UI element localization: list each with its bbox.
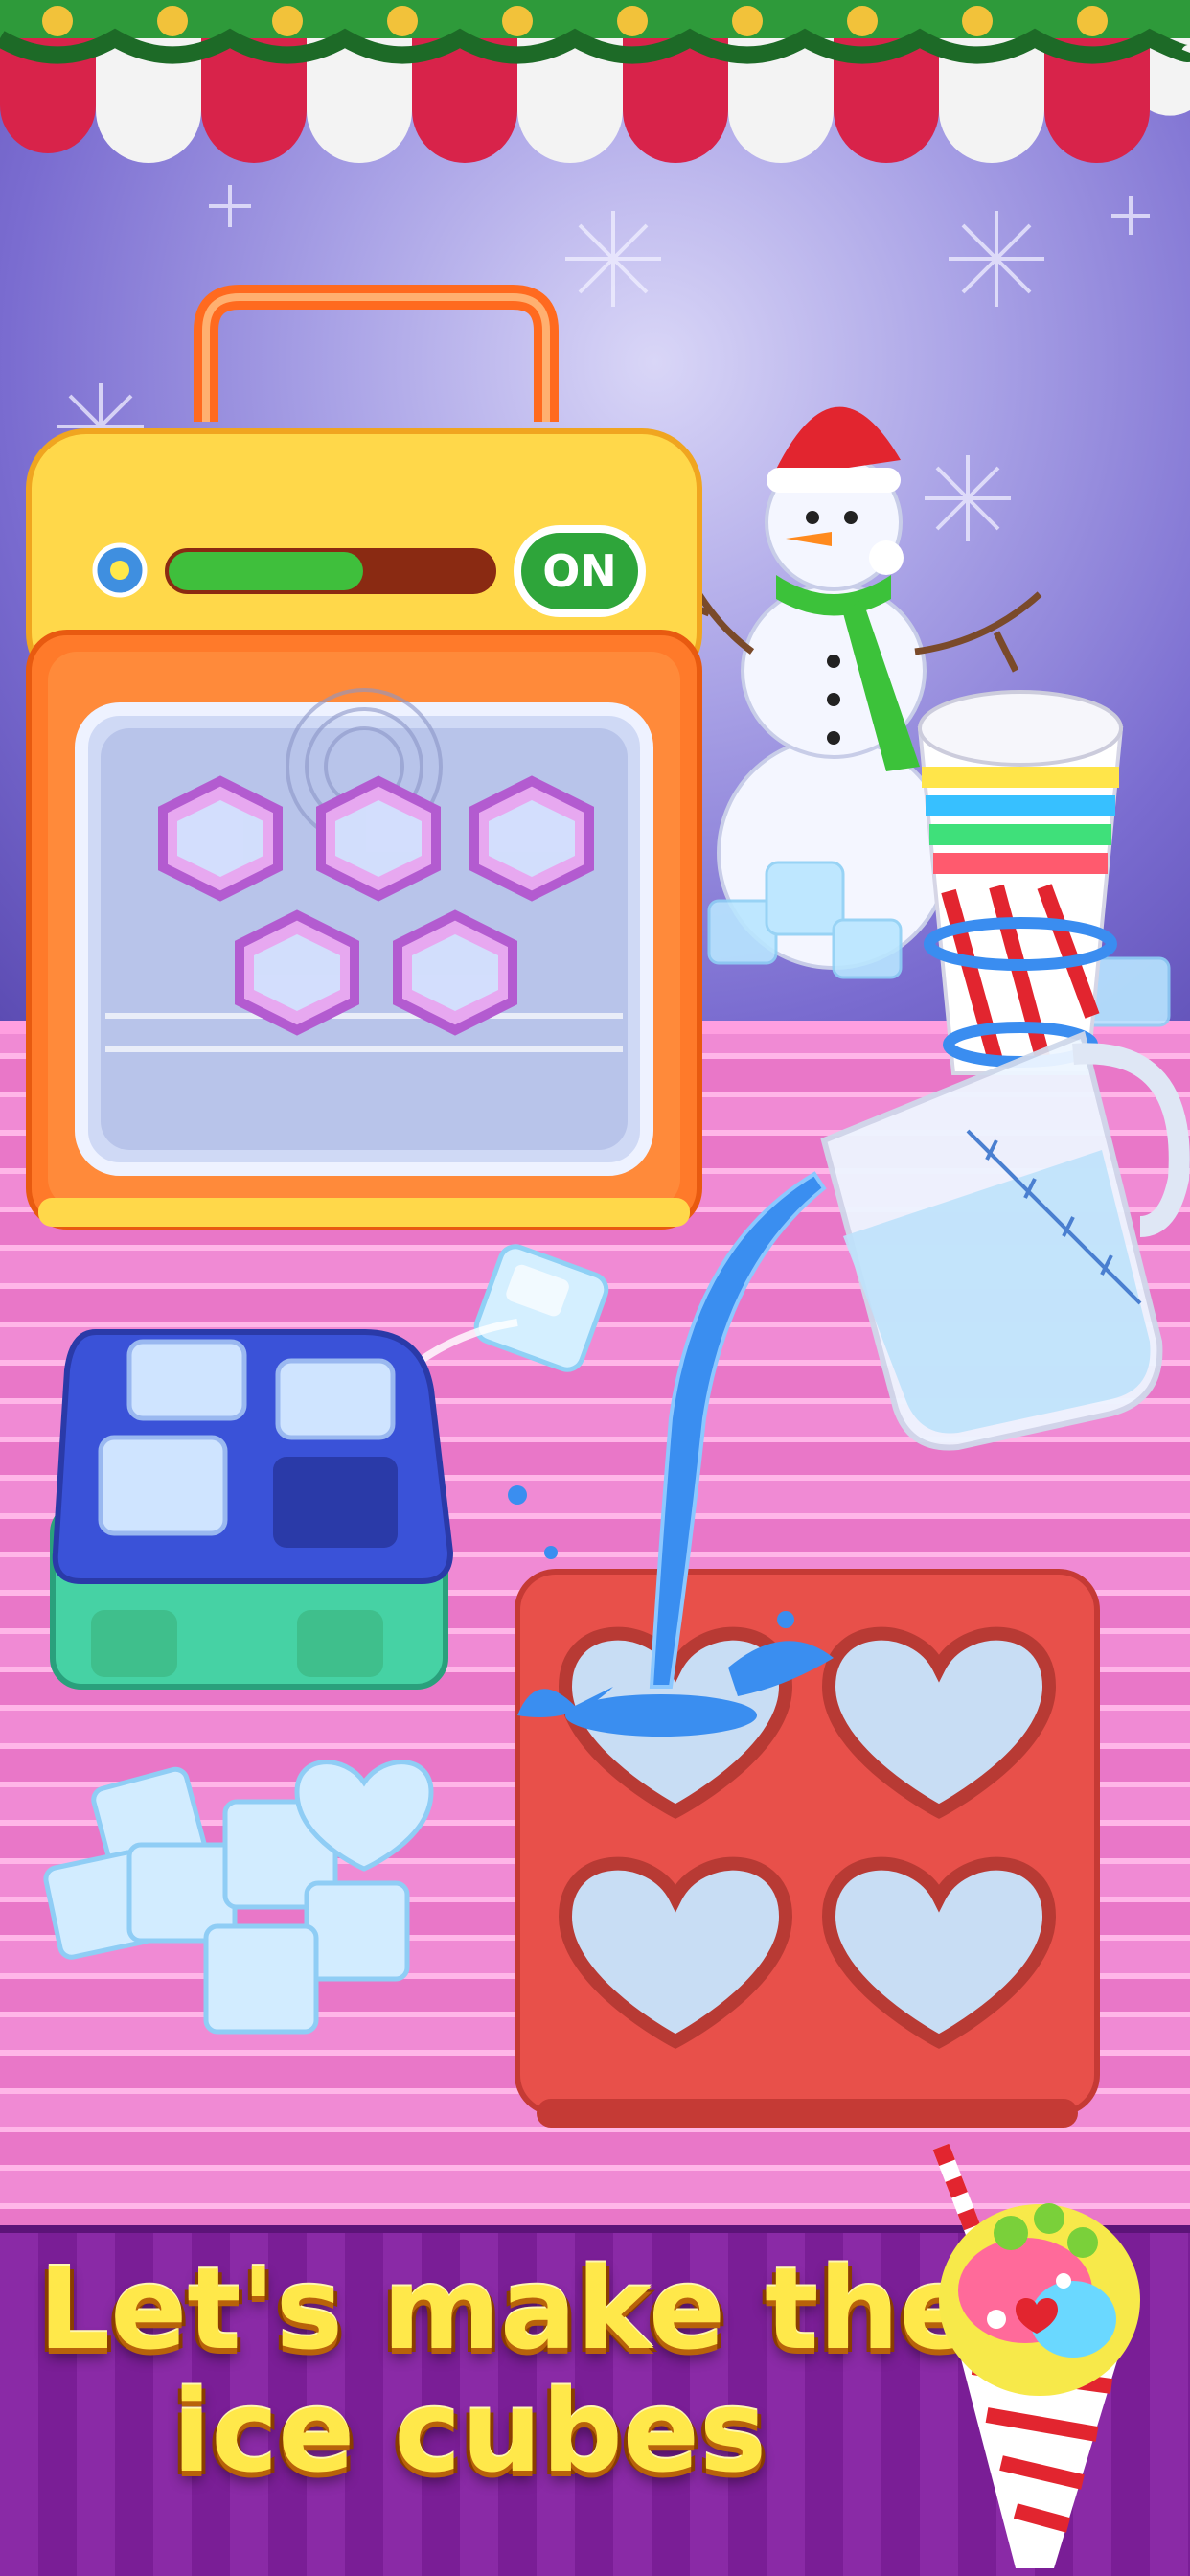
ice-cube-pile[interactable] (43, 1760, 434, 2035)
snowflake-icon (1111, 196, 1150, 235)
headline-text: Let's make the ice cubes (38, 2242, 976, 2497)
snowflake-icon (925, 455, 1011, 541)
ice-cube[interactable] (472, 1242, 611, 1373)
snowflake-icon (949, 211, 1044, 307)
scene-art: ON (0, 0, 1190, 2128)
headline-line-1: Let's make the (38, 2242, 976, 2375)
power-button[interactable]: ON (514, 525, 646, 617)
snowflake-icon (92, 542, 148, 598)
headline-line-2: ice cubes (172, 2365, 767, 2497)
paper-cups[interactable] (917, 690, 1124, 1075)
snow-cone-icon (932, 2143, 1140, 2568)
christmas-awning (0, 0, 1190, 163)
snowflake-icon (565, 211, 661, 307)
freeze-progress-bar (161, 544, 500, 598)
power-button-label: ON (542, 545, 617, 597)
snowflake-icon (209, 185, 251, 227)
ice-maker-freezer[interactable]: ON (26, 285, 702, 1230)
square-ice-tray[interactable] (50, 1329, 454, 1690)
game-scene: ON Let's make the ice cubes (0, 0, 1190, 2576)
measuring-jug[interactable] (820, 1030, 1190, 1451)
